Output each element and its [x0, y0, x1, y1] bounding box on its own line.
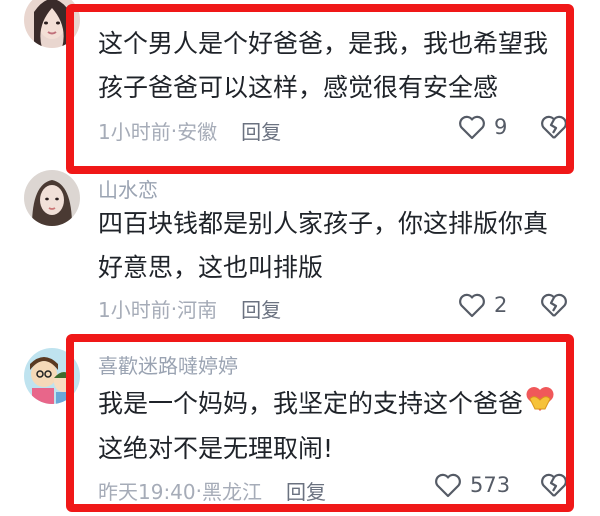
location: 安徽 — [177, 120, 218, 144]
like-button[interactable]: 573 — [434, 472, 510, 498]
like-count: 9 — [494, 115, 508, 139]
avatar[interactable] — [24, 170, 80, 226]
reply-button[interactable]: 回复 — [286, 476, 326, 505]
comment-meta: 昨天19:40 · 黑龙江 回复 — [98, 476, 326, 505]
comment-text: 四百块钱都是别人家孩子，你这排版你真 好意思，这也叫排版 — [98, 202, 568, 290]
location: 黑龙江 — [202, 480, 262, 504]
heart-icon — [459, 293, 485, 318]
broken-heart-icon[interactable] — [540, 472, 568, 498]
comment-line: 四百块钱都是别人家孩子，你这排版你真 — [98, 209, 549, 238]
heart-icon — [435, 473, 461, 498]
reply-button[interactable]: 回复 — [241, 116, 281, 145]
comment-1: 这个男人是个好爸爸，是我，我也希望我 孩子爸爸可以这样，感觉很有安全感 1小时前… — [0, 0, 600, 160]
comment-line-text: 我是一个妈妈，我坚定的支持这个爸爸 — [98, 389, 524, 418]
like-button[interactable]: 2 — [458, 292, 507, 318]
comment-line: 好意思，这也叫排版 — [98, 253, 324, 282]
comment-2: 山水恋 四百块钱都是别人家孩子，你这排版你真 好意思，这也叫排版 1小时前 · … — [0, 170, 600, 330]
timestamp: 1小时前 — [98, 298, 171, 322]
comment-meta: 1小时前 · 安徽 回复 — [98, 116, 281, 145]
timestamp: 1小时前 — [98, 120, 171, 144]
like-count: 2 — [494, 293, 508, 317]
location: 河南 — [177, 298, 218, 322]
comment-3: 喜歡迷路噠婷婷 我是一个妈妈，我坚定的支持这个爸爸 这绝对不是无理取闹! 昨天1… — [0, 338, 600, 516]
avatar[interactable] — [24, 348, 80, 404]
comment-line: 这绝对不是无理取闹! — [98, 434, 334, 463]
comment-line: 我是一个妈妈，我坚定的支持这个爸爸 — [98, 382, 568, 427]
heart-icon — [459, 115, 485, 140]
comment-line: 孩子爸爸可以这样，感觉很有安全感 — [98, 73, 499, 102]
comment-line: 这个男人是个好爸爸，是我，我也希望我 — [98, 29, 549, 58]
heart-hands-emoji — [525, 383, 555, 427]
comment-meta: 1小时前 · 河南 回复 — [98, 294, 281, 323]
comment-text: 我是一个妈妈，我坚定的支持这个爸爸 这绝对不是无理取闹! — [98, 382, 568, 471]
like-button[interactable]: 9 — [458, 114, 507, 140]
like-count: 573 — [470, 473, 511, 497]
broken-heart-icon[interactable] — [540, 292, 568, 318]
username[interactable]: 山水恋 — [98, 174, 158, 203]
comment-text: 这个男人是个好爸爸，是我，我也希望我 孩子爸爸可以这样，感觉很有安全感 — [98, 22, 568, 110]
broken-heart-icon[interactable] — [540, 114, 568, 140]
reply-button[interactable]: 回复 — [241, 294, 281, 323]
username[interactable]: 喜歡迷路噠婷婷 — [98, 350, 238, 379]
avatar[interactable] — [24, 0, 80, 48]
timestamp: 昨天19:40 — [98, 480, 196, 504]
